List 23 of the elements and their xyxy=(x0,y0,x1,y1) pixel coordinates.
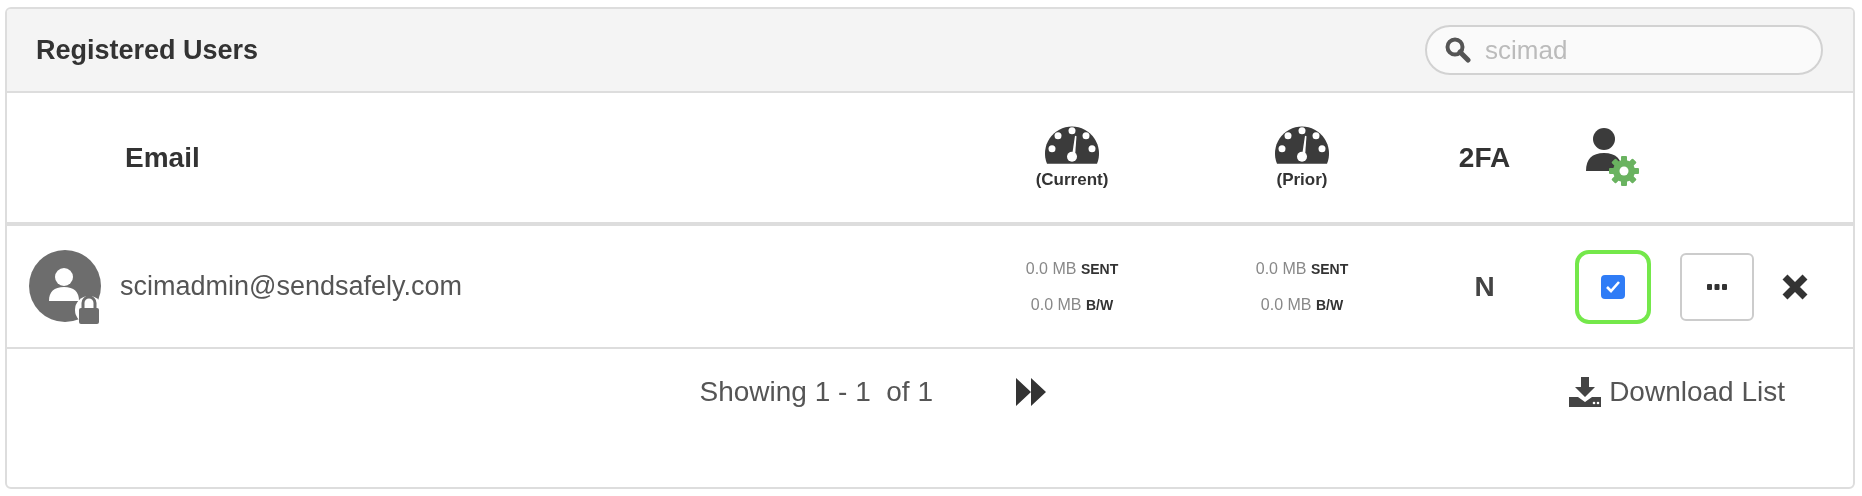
user-gear-icon xyxy=(1584,126,1642,189)
column-header: (Current) xyxy=(1035,169,1109,190)
gauge-icon xyxy=(1275,125,1329,164)
ellipsis-icon xyxy=(1707,283,1727,290)
download-icon xyxy=(1569,377,1602,407)
sent-usage: 0.0 MB SENT xyxy=(1025,259,1119,278)
gauge-icon xyxy=(1045,125,1099,164)
fast-forward-icon[interactable] xyxy=(1016,378,1046,406)
close-icon[interactable] xyxy=(1781,272,1809,301)
check-icon xyxy=(1605,279,1621,294)
column-header: Email xyxy=(125,141,200,174)
two-factor-status: N xyxy=(1474,270,1495,303)
bandwidth-usage: 0.0 MB B/W xyxy=(1260,295,1344,314)
search-icon xyxy=(1445,37,1471,63)
panel-title: Registered Users xyxy=(36,34,259,66)
admin-checkbox[interactable] xyxy=(1601,274,1625,299)
pagination-status: Showing 1 - 1 of 1 xyxy=(699,376,933,408)
download-list-link[interactable]: Download List xyxy=(1569,376,1785,408)
bandwidth-usage: 0.0 MB B/W xyxy=(1030,295,1114,314)
column-header: 2FA xyxy=(1458,141,1511,174)
column-header: (Prior) xyxy=(1276,169,1328,190)
user-email: scimadmin@sendsafely.com xyxy=(120,271,463,302)
sent-usage: 0.0 MB SENT xyxy=(1255,259,1349,278)
